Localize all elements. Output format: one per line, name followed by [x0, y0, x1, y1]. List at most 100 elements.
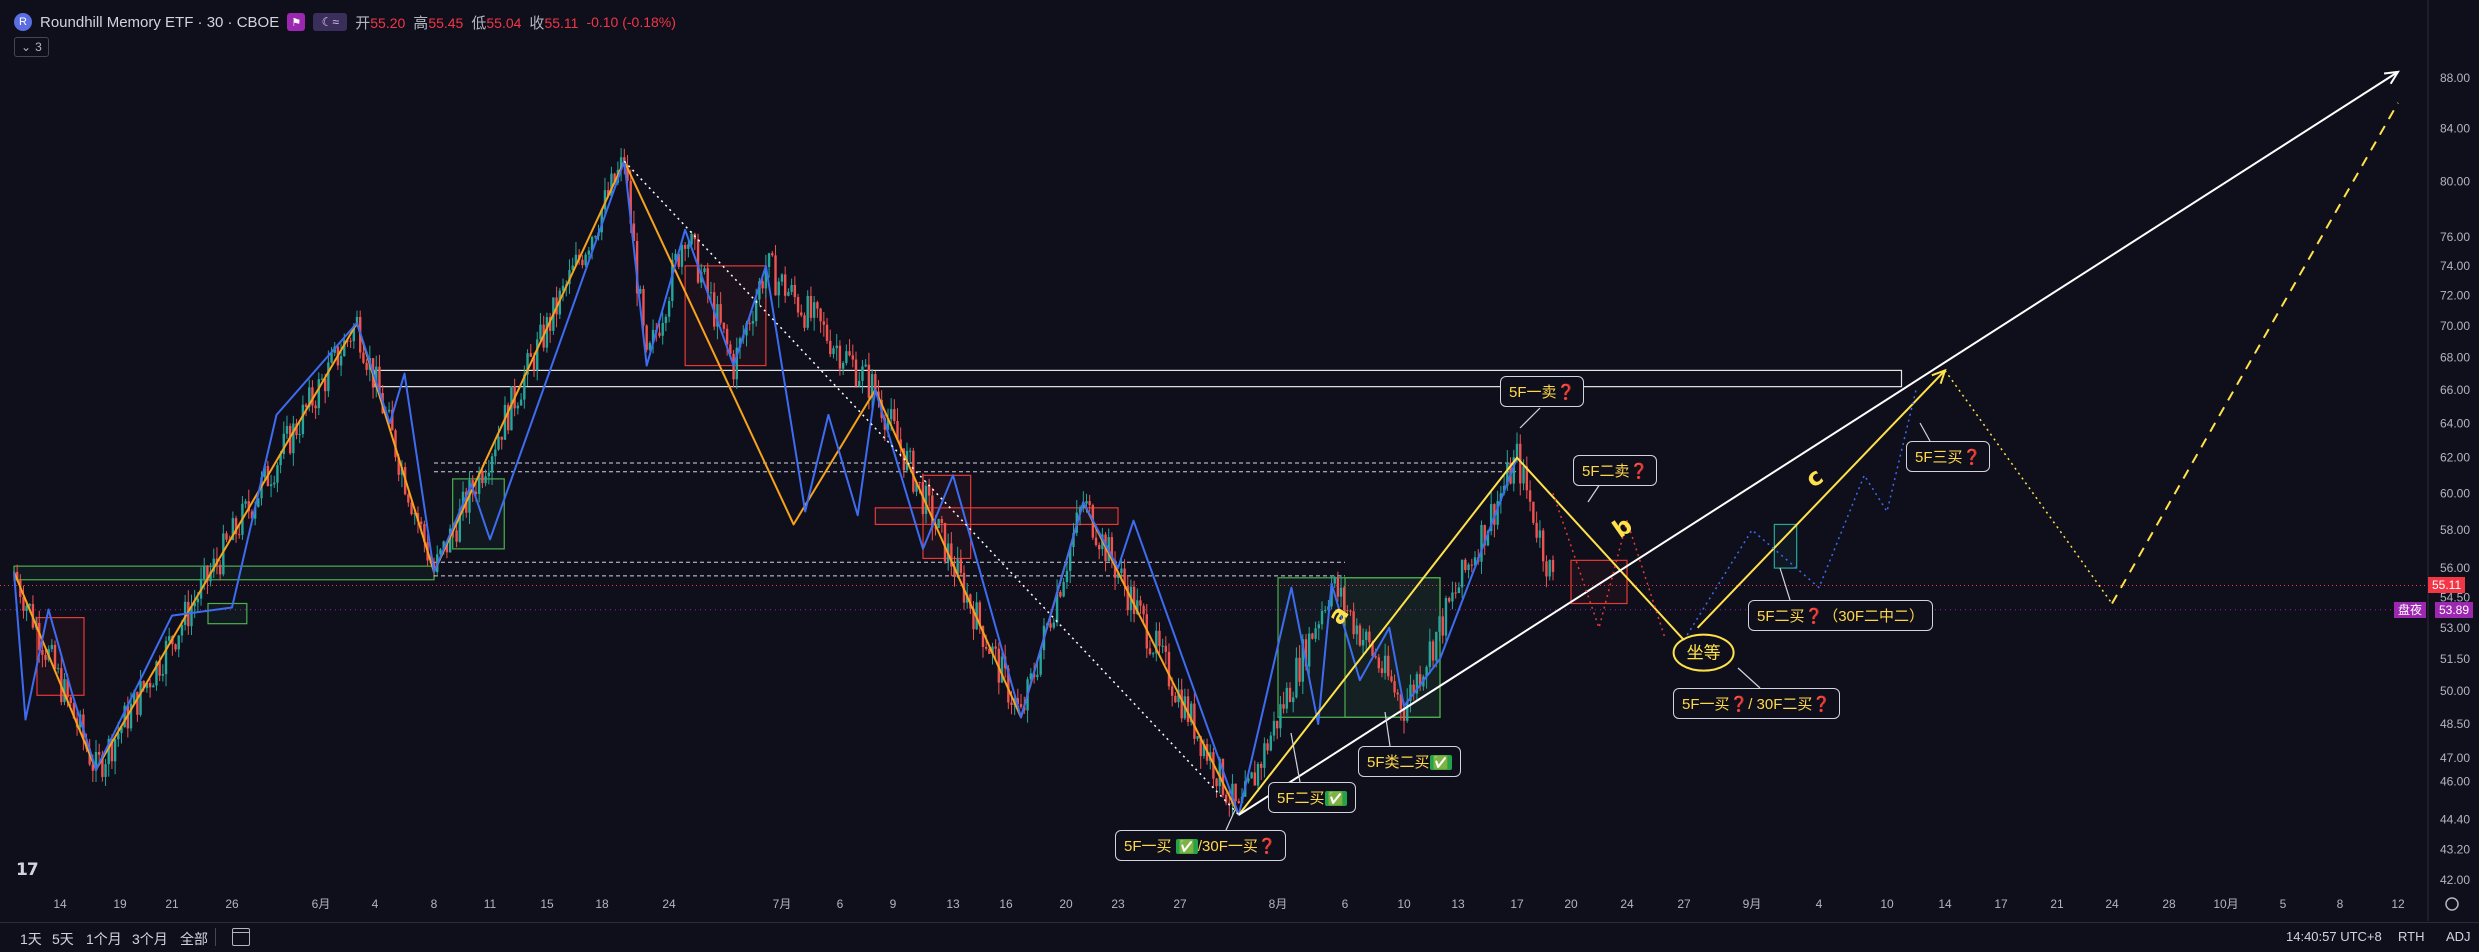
candle-body: [1349, 610, 1352, 612]
candle-body: [1470, 564, 1473, 566]
check-icon: ✅: [1324, 791, 1347, 806]
high-value: 55.45: [428, 14, 464, 31]
callout-5f-first-sell[interactable]: 5F一卖❓: [1500, 376, 1585, 407]
candle-body: [806, 295, 809, 328]
candle-body: [783, 274, 787, 296]
price-tick-label: 56.00: [2440, 561, 2470, 575]
candle-body: [177, 635, 180, 650]
chart-canvas[interactable]: 42.00 43.20 44.40 46.00 47.00 48.50 50.00 51.50…: [0, 0, 2479, 951]
time-tick-label: 4: [372, 897, 379, 911]
candle-body: [703, 268, 706, 273]
candle-body: [387, 409, 391, 412]
candle-body: [1224, 794, 1228, 803]
candle-body: [1374, 656, 1377, 658]
candle-body: [1308, 633, 1311, 667]
calendar-icon[interactable]: [232, 928, 250, 946]
price-tick-label: 88.00: [2440, 71, 2470, 85]
rth-toggle[interactable]: RTH: [2398, 929, 2424, 944]
price-axis[interactable]: 42.00 43.20 44.40 46.00 47.00 48.50 50.00 51.50…: [2427, 0, 2470, 921]
candle-body: [1052, 622, 1056, 628]
candle-body: [53, 644, 57, 670]
time-tick-label: 8: [431, 897, 438, 911]
callout-5f-second-sell[interactable]: 5F二卖❓: [1573, 455, 1658, 486]
candle-body: [867, 364, 871, 398]
candle-body: [1049, 623, 1052, 628]
candle-body: [1377, 657, 1381, 669]
range-1d-button[interactable]: 1天: [20, 929, 42, 949]
callout-text: 5F一卖: [1509, 384, 1557, 401]
candle-body: [864, 364, 867, 367]
tradingview-logo-icon[interactable]: 17: [16, 860, 39, 880]
candle-body: [812, 302, 816, 318]
price-tick-label: 70.00: [2440, 319, 2470, 333]
candle-body: [516, 405, 520, 409]
callout-5f-first-buy-projected[interactable]: 5F一买❓/ 30F二买❓: [1673, 688, 1841, 719]
candle-body: [645, 325, 648, 350]
candle-body: [725, 328, 729, 345]
time-tick-label: 6月: [312, 897, 331, 911]
time-tick-label: 13: [1451, 897, 1465, 911]
candle-body: [519, 399, 523, 406]
candle-body: [136, 691, 139, 715]
session-icon[interactable]: ☾≈: [313, 13, 348, 31]
callout-pointer: [1737, 667, 1761, 689]
candle-body: [1368, 631, 1371, 643]
candle-body: [174, 644, 177, 650]
callout-5f-third-buy[interactable]: 5F三买❓: [1906, 441, 1991, 472]
candle-body: [1139, 600, 1142, 606]
time-tick-label: 28: [2162, 897, 2176, 911]
candle-body: [1292, 697, 1295, 703]
candle-body: [1250, 772, 1253, 779]
candle-body: [854, 359, 858, 387]
candle-body: [1387, 655, 1390, 677]
callout-pointer: [1779, 567, 1791, 601]
candle-body: [1276, 720, 1279, 729]
callout-text: /30F一买: [1197, 838, 1258, 855]
time-tick-label: 13: [946, 897, 960, 911]
flag-icon[interactable]: ⚑: [287, 13, 306, 31]
candle-body: [196, 598, 200, 603]
candle-body: [500, 436, 503, 440]
time-tick-label: 7月: [773, 897, 792, 911]
candle-body: [203, 566, 206, 580]
candle-body: [1151, 653, 1155, 655]
time-tick-label: 4: [1816, 897, 1823, 911]
candle-body: [1272, 720, 1276, 736]
candle-body: [1237, 801, 1240, 803]
candle-body: [994, 646, 997, 649]
callout-5f-similar-second-buy[interactable]: 5F类二买 ✅: [1358, 746, 1461, 777]
candle-body: [1269, 735, 1272, 751]
candle-body: [1396, 692, 1399, 695]
candle-body: [139, 680, 142, 715]
symbol-title[interactable]: Roundhill Memory ETF · 30 · CBOE: [40, 14, 279, 31]
adj-toggle[interactable]: ADJ: [2446, 929, 2471, 944]
candle-body: [152, 685, 155, 688]
range-1m-button[interactable]: 1个月: [86, 929, 122, 949]
candle-body: [1314, 628, 1317, 639]
clock[interactable]: 14:40:57 UTC+8: [2286, 929, 2382, 944]
candle-body: [780, 274, 784, 282]
callout-5f-second-buy-projected[interactable]: 5F二买❓（30F二中二）: [1748, 600, 1934, 631]
callout-pointer: [1587, 483, 1601, 503]
range-all-button[interactable]: 全部: [180, 929, 208, 949]
indicators-toggle[interactable]: ⌄ 3: [14, 37, 49, 57]
callout-5f-second-buy[interactable]: 5F二买 ✅: [1268, 782, 1356, 813]
range-3m-button[interactable]: 3个月: [132, 929, 168, 949]
price-tick-label: 60.00: [2440, 486, 2470, 500]
zone-cyan: [1773, 523, 1798, 569]
range-5d-button[interactable]: 5天: [52, 929, 74, 949]
candle-body: [1464, 559, 1467, 571]
price-tick-label: 68.00: [2440, 351, 2470, 365]
candle-body: [69, 697, 72, 704]
callout-5f-first-buy[interactable]: 5F一买 ✅/30F一买❓: [1115, 830, 1286, 861]
time-tick-label: 24: [1620, 897, 1634, 911]
time-axis[interactable]: 14 19 21 26 6月 4 8 11 15 18 24 7月 6 9 13 16 20 23 27 8月 6 10 1…: [53, 897, 2459, 911]
candle-body: [1298, 657, 1301, 682]
candle-body: [683, 245, 687, 249]
high-label: 高: [413, 14, 429, 32]
candle-body: [1365, 631, 1368, 640]
price-tick-label: 76.00: [2440, 230, 2470, 244]
price-tick-label: 84.00: [2440, 121, 2470, 135]
candle-body: [893, 409, 896, 422]
candle-body: [889, 409, 893, 420]
